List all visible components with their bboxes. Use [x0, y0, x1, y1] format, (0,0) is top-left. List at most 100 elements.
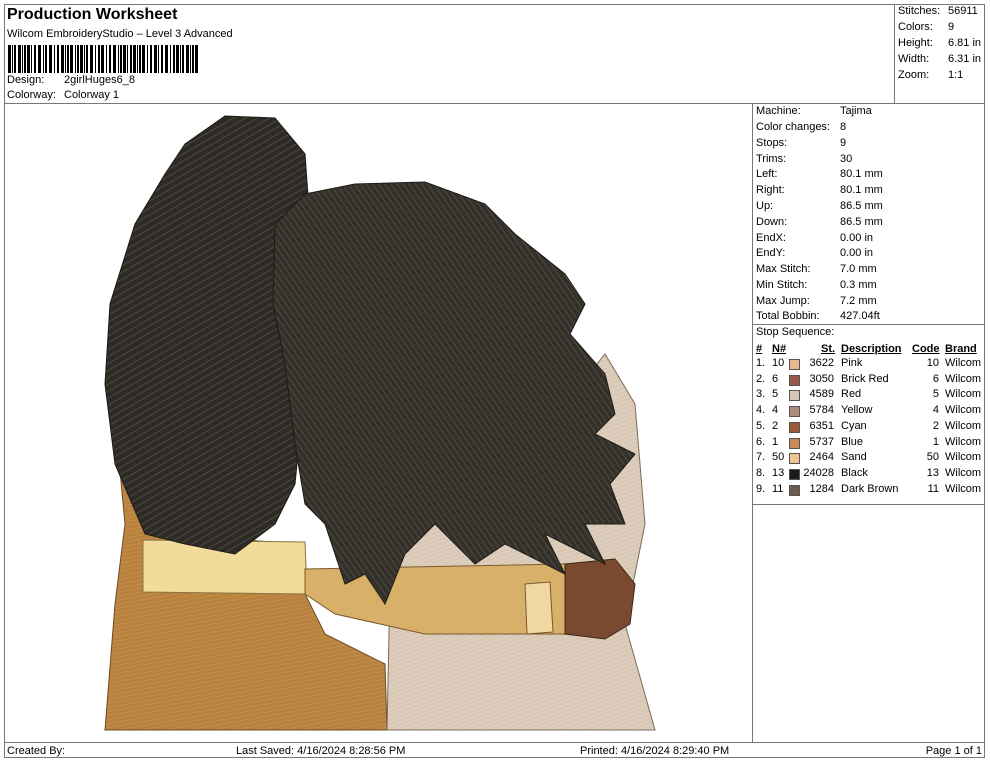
row-description: Pink — [841, 357, 863, 369]
barcode-bar — [18, 45, 21, 73]
barcode-bar — [77, 45, 79, 73]
col-header-needle: N# — [772, 343, 787, 355]
row-brand: Wilcom — [945, 419, 982, 432]
barcode-bar — [133, 45, 136, 73]
barcode-bar — [186, 45, 189, 73]
color-swatch — [789, 390, 800, 402]
row-code: 11 — [927, 482, 939, 495]
row-code: 1 — [932, 435, 939, 448]
barcode-bar — [75, 45, 76, 73]
row-stitches: 5784 — [809, 404, 834, 417]
color-swatch — [789, 468, 800, 480]
stop-sequence-row: 7. 50 2464 Sand 50 Wilcom — [753, 451, 985, 467]
design-preview — [5, 104, 753, 742]
barcode-bar — [98, 45, 100, 73]
barcode-bar — [195, 45, 198, 73]
barcode-bar — [176, 45, 179, 73]
barcode-bar — [80, 45, 83, 73]
stop-sequence-row: 3. 5 4589 Red 5 Wilcom — [753, 388, 985, 404]
row-needle: 13 — [772, 466, 785, 479]
barcode-bar — [101, 45, 104, 73]
barcode-bar — [70, 45, 73, 73]
machine-info-panel: Machine: Tajima Color changes: 8 Stops: 9 T… — [753, 104, 985, 742]
row-num: 3. — [756, 388, 766, 401]
worksheet-footer: Created By: Last Saved: 4/16/2024 8:28:5… — [4, 742, 985, 759]
stop-sequence-row: 4. 4 5784 Yellow 4 Wilcom — [753, 404, 985, 420]
row-code: 10 — [926, 357, 939, 369]
divider — [753, 324, 985, 325]
row-code: 4 — [932, 404, 939, 417]
barcode-bar — [173, 45, 175, 73]
col-header-code: Code — [912, 343, 940, 355]
barcode-bar — [180, 45, 181, 73]
barcode-bar — [130, 45, 132, 73]
barcode-bar — [22, 45, 23, 73]
design-value: 2girlHuges6_8 — [64, 74, 135, 86]
row-brand: Wilcom — [945, 388, 982, 401]
divider — [753, 504, 985, 505]
barcode-bar — [8, 45, 11, 73]
barcode-bar — [49, 45, 52, 73]
row-needle: 6 — [772, 372, 779, 385]
row-stitches: 4589 — [809, 388, 834, 401]
barcode-bar — [123, 45, 126, 73]
barcode-bar — [150, 45, 152, 73]
barcode-bar — [45, 45, 47, 73]
color-swatch — [789, 359, 800, 370]
row-brand: Wilcom — [945, 466, 982, 479]
row-stitches: 6351 — [809, 419, 834, 432]
row-brand: Wilcom — [945, 451, 982, 464]
color-swatch — [789, 421, 800, 433]
col-header-stitches: St. — [821, 343, 836, 355]
barcode-bar — [120, 45, 122, 73]
row-code: 2 — [932, 419, 939, 432]
barcode-bar — [142, 45, 145, 73]
stop-sequence-row: 1. 10 3622 Pink 10 Wilcom — [753, 357, 985, 373]
design-row: Design: 2girlHuges6_8 — [7, 74, 135, 86]
row-brand: Wilcom — [945, 372, 982, 385]
barcode-bar — [127, 45, 128, 73]
barcode-bar — [31, 45, 32, 73]
last-saved: Last Saved: 4/16/2024 8:28:56 PM — [236, 745, 406, 757]
row-num: 4. — [756, 404, 766, 417]
colorway-row: Colorway: Colorway 1 — [7, 89, 119, 101]
barcode-bar — [95, 45, 96, 73]
barcode-bar — [190, 45, 191, 73]
created-by: Created By: — [7, 745, 66, 757]
row-needle: 5 — [772, 388, 779, 401]
row-needle: 10 — [772, 357, 785, 369]
colorway-label: Colorway: — [7, 89, 56, 101]
col-header-description: Description — [841, 343, 902, 355]
row-needle: 50 — [772, 451, 785, 464]
col-header-num: # — [756, 343, 763, 355]
row-num: 6. — [756, 435, 766, 448]
row-description: Dark Brown — [841, 482, 899, 495]
color-swatch — [789, 406, 800, 418]
barcode-bar — [170, 45, 171, 73]
row-stitches: 2464 — [809, 451, 834, 464]
row-description: Blue — [841, 435, 864, 448]
barcode-bar — [38, 45, 41, 73]
row-description: Yellow — [841, 404, 873, 417]
barcode-bar — [34, 45, 36, 73]
stats-box: Stitches: 56911 Colors: 9 Height: 6.81 in W… — [895, 4, 985, 104]
row-stitches: 24028 — [803, 466, 834, 479]
stop-sequence-row: 9. 11 1284 Dark Brown 11 Wilcom — [753, 483, 985, 499]
row-num: 7. — [756, 451, 766, 464]
barcode-bar — [139, 45, 141, 73]
row-needle: 11 — [772, 482, 784, 495]
design-label: Design: — [7, 74, 45, 86]
barcode-bar — [65, 45, 66, 73]
barcode-bar — [61, 45, 64, 73]
barcode-bar — [24, 45, 26, 73]
row-stitches: 3622 — [809, 357, 834, 369]
row-num: 8. — [756, 466, 766, 479]
row-description: Brick Red — [841, 372, 889, 385]
barcode-bar — [106, 45, 107, 73]
barcode-bar — [27, 45, 30, 73]
barcode-bar — [118, 45, 119, 73]
row-stitches: 1284 — [809, 482, 834, 495]
barcode-bar — [43, 45, 44, 73]
barcode-bar — [109, 45, 111, 73]
row-description: Cyan — [841, 419, 867, 432]
